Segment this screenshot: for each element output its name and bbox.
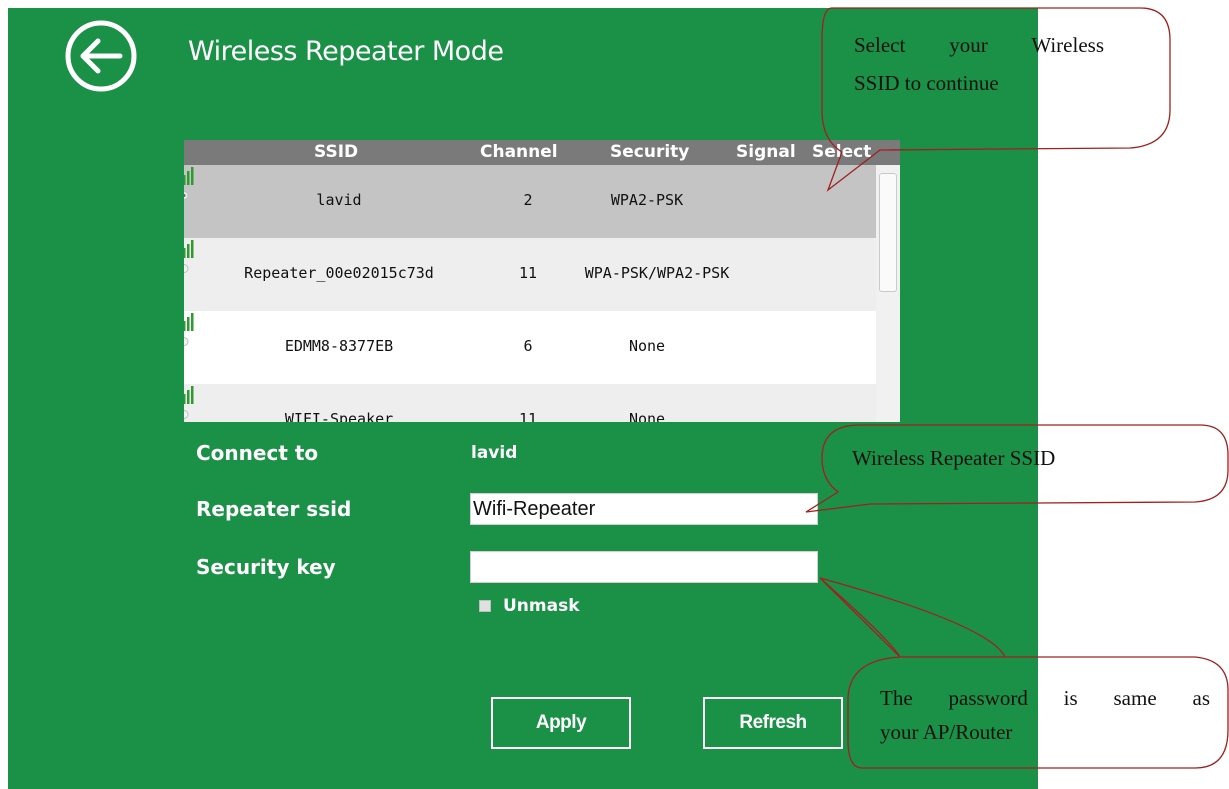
callout-password-line2: your AP/Router xyxy=(880,720,1013,744)
signal-bars-icon xyxy=(184,313,194,331)
signal-bars-icon xyxy=(184,167,194,185)
row-ssid: Repeater_00e02015c73d xyxy=(244,264,434,282)
row-security: WPA-PSK/WPA2-PSK xyxy=(584,264,730,282)
table-row[interactable]: lavid 2 WPA2-PSK xyxy=(184,165,876,238)
row-security: None xyxy=(628,337,666,355)
select-radio[interactable] xyxy=(184,410,189,419)
refresh-button[interactable]: Refresh xyxy=(703,697,843,749)
signal-bars-icon xyxy=(184,386,194,404)
select-radio[interactable] xyxy=(184,337,189,346)
row-channel: 11 xyxy=(518,264,538,282)
table-row[interactable]: WIFI-Speaker 11 None xyxy=(184,384,876,422)
table-row[interactable]: Repeater_00e02015c73d 11 WPA-PSK/WPA2-PS… xyxy=(184,238,876,311)
row-ssid: EDMM8-8377EB xyxy=(284,337,394,355)
header-ssid: SSID xyxy=(314,142,359,162)
callout-select-ssid-line1: Select your Wireless xyxy=(854,33,1104,57)
repeater-ssid-input[interactable] xyxy=(470,493,818,525)
page-title: Wireless Repeater Mode xyxy=(188,36,504,67)
callout-repeater-ssid-text: Wireless Repeater SSID xyxy=(852,446,1056,470)
select-radio[interactable] xyxy=(184,264,189,273)
connect-to-value: lavid xyxy=(471,443,518,463)
row-ssid: WIFI-Speaker xyxy=(284,410,394,422)
header-security: Security xyxy=(610,142,690,162)
arrow-left-circle-icon xyxy=(65,20,137,92)
header-channel: Channel xyxy=(480,142,558,162)
security-key-input[interactable] xyxy=(470,551,818,583)
row-channel: 2 xyxy=(523,191,533,209)
row-ssid: lavid xyxy=(316,191,362,209)
header-select: Select xyxy=(812,142,872,162)
connect-to-label: Connect to xyxy=(196,441,319,465)
header-signal: Signal xyxy=(736,142,796,162)
select-radio[interactable] xyxy=(184,191,189,200)
repeater-ssid-label: Repeater ssid xyxy=(196,497,352,521)
callout-select-ssid-line2: SSID to continue xyxy=(854,71,999,95)
row-channel: 11 xyxy=(518,410,538,422)
apply-button[interactable]: Apply xyxy=(491,697,631,749)
unmask-label: Unmask xyxy=(503,596,580,616)
back-button[interactable] xyxy=(62,17,140,95)
security-key-label: Security key xyxy=(196,555,336,579)
table-header: SSID Channel Security Signal Select xyxy=(184,140,900,165)
scrollbar-thumb[interactable] xyxy=(879,173,897,292)
row-channel: 6 xyxy=(523,337,533,355)
row-security: WPA2-PSK xyxy=(610,191,684,209)
table-row[interactable]: EDMM8-8377EB 6 None xyxy=(184,311,876,384)
row-security: None xyxy=(628,410,666,422)
table-scrollbar[interactable] xyxy=(876,165,900,422)
signal-bars-icon xyxy=(184,240,194,258)
callout-password-line1: The password is same as xyxy=(880,686,1210,710)
wifi-network-table: SSID Channel Security Signal Select lavi… xyxy=(184,140,900,422)
unmask-checkbox[interactable] xyxy=(479,600,491,612)
